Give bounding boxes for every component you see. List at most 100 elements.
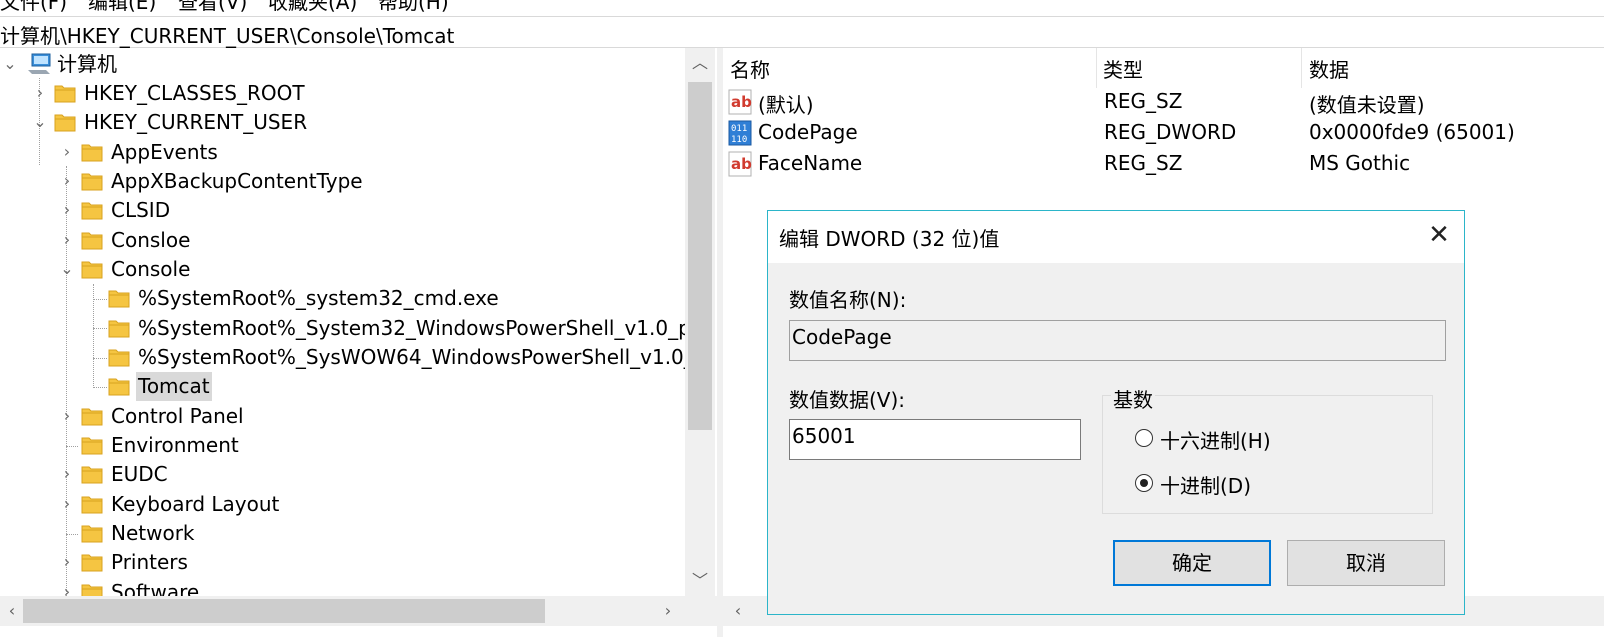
ok-button[interactable]: 确定 xyxy=(1113,540,1271,586)
value-type: REG_SZ xyxy=(1104,151,1183,175)
folder-icon xyxy=(81,523,103,543)
string-value-icon: ab xyxy=(728,151,752,177)
column-header-data[interactable]: 数据 xyxy=(1309,54,1349,83)
registry-tree: ⌄ 计算机 › HKEY_CLASSES_ROOT ⌄ HKEY_CURRENT_US… xyxy=(0,48,717,637)
value-name: CodePage xyxy=(758,120,858,144)
tree-item-label: AppEvents xyxy=(111,140,218,164)
value-data-label: 数值数据(V): xyxy=(789,388,906,412)
tree-item-label: Environment xyxy=(111,433,239,457)
value-data: 0x0000fde9 (65001) xyxy=(1309,120,1515,144)
menu-file[interactable]: 文件(F) xyxy=(0,0,67,15)
scroll-down-icon[interactable]: ﹀ xyxy=(685,566,715,596)
tree-item-label: Printers xyxy=(111,550,188,574)
value-row[interactable]: ab FaceName REG_SZ MS Gothic xyxy=(723,148,1604,179)
computer-icon xyxy=(28,53,51,74)
chevron-down-icon[interactable]: ⌄ xyxy=(59,259,75,279)
close-icon[interactable]: ✕ xyxy=(1423,219,1455,251)
scroll-thumb[interactable] xyxy=(688,82,712,430)
chevron-down-icon[interactable]: ⌄ xyxy=(2,54,18,74)
value-data-input[interactable]: 65001 xyxy=(789,419,1081,460)
value-data: MS Gothic xyxy=(1309,151,1411,175)
value-name: (默认) xyxy=(758,93,814,117)
address-bar[interactable]: 计算机\HKEY_CURRENT_USER\Console\Tomcat xyxy=(0,16,1604,48)
base-group-label: 基数 xyxy=(1111,384,1155,413)
scroll-left-icon[interactable]: ‹ xyxy=(723,596,753,626)
menu-help[interactable]: 帮助(H) xyxy=(378,0,449,15)
dialog-title: 编辑 DWORD (32 位)值 xyxy=(779,227,1000,251)
folder-icon xyxy=(81,406,103,426)
folder-icon xyxy=(108,376,130,396)
value-name: FaceName xyxy=(758,151,863,175)
chevron-right-icon[interactable]: › xyxy=(59,171,75,191)
chevron-right-icon[interactable]: › xyxy=(59,464,75,484)
folder-icon xyxy=(81,552,103,572)
dec-radio[interactable] xyxy=(1135,474,1153,492)
folder-icon xyxy=(81,171,103,191)
cancel-button[interactable]: 取消 xyxy=(1287,540,1445,586)
tree-item-label: Control Panel xyxy=(111,404,244,428)
tree-item-label: Tomcat xyxy=(136,372,212,401)
tree-item-label: HKEY_CLASSES_ROOT xyxy=(84,81,305,105)
scroll-thumb[interactable] xyxy=(23,599,545,623)
menu-favorites[interactable]: 收藏夹(A) xyxy=(268,0,357,15)
tree-item-label: CLSID xyxy=(111,198,171,222)
value-row[interactable]: ab (默认) REG_SZ (数值未设置) xyxy=(723,86,1604,117)
folder-icon xyxy=(81,494,103,514)
menu-edit[interactable]: 编辑(E) xyxy=(88,0,156,15)
tree-item-label: Network xyxy=(111,521,195,545)
folder-icon xyxy=(81,435,103,455)
value-row[interactable]: 011 110 CodePage REG_DWORD 0x0000fde9 (65001… xyxy=(723,117,1604,148)
svg-text:110: 110 xyxy=(731,135,747,145)
value-data: (数值未设置) xyxy=(1309,93,1425,117)
tree-item-label: EUDC xyxy=(111,462,168,486)
chevron-right-icon[interactable]: › xyxy=(59,142,75,162)
dialog-titlebar: 编辑 DWORD (32 位)值 ✕ xyxy=(768,211,1464,263)
tree-item-label: %SystemRoot%_SysWOW64_WindowsPowerShell_… xyxy=(138,345,694,369)
menu-view[interactable]: 查看(V) xyxy=(178,0,247,15)
folder-icon xyxy=(108,318,130,338)
tree-item-label: %SystemRoot%_system32_cmd.exe xyxy=(138,286,499,310)
folder-icon xyxy=(108,347,130,367)
tree-item-label: Keyboard Layout xyxy=(111,492,280,516)
chevron-right-icon[interactable]: › xyxy=(32,83,48,103)
dec-radio-label[interactable]: 十进制(D) xyxy=(1160,470,1251,499)
tree-item-label: %SystemRoot%_System32_WindowsPowerShell_… xyxy=(138,316,702,340)
string-value-icon: ab xyxy=(728,89,752,115)
scroll-left-icon[interactable]: ‹ xyxy=(0,596,24,626)
folder-icon xyxy=(81,259,103,279)
hex-radio-label[interactable]: 十六进制(H) xyxy=(1160,425,1271,454)
value-name-label: 数值名称(N): xyxy=(789,288,907,312)
folder-icon xyxy=(54,112,76,132)
svg-text:ab: ab xyxy=(731,93,752,111)
folder-icon xyxy=(81,230,103,250)
edit-dword-dialog: 编辑 DWORD (32 位)值 ✕ 数值名称(N): CodePage 数值数… xyxy=(767,210,1465,615)
column-header-type[interactable]: 类型 xyxy=(1103,54,1143,83)
chevron-right-icon[interactable]: › xyxy=(59,552,75,572)
folder-icon xyxy=(54,83,76,103)
tree-vertical-scrollbar[interactable]: ︿ ﹀ xyxy=(685,48,715,596)
scroll-up-icon[interactable]: ︿ xyxy=(685,48,715,78)
scroll-right-icon[interactable]: › xyxy=(656,596,680,626)
chevron-down-icon[interactable]: ⌄ xyxy=(32,112,48,132)
tree-item-label: HKEY_CURRENT_USER xyxy=(84,110,308,134)
hex-radio[interactable] xyxy=(1135,429,1153,447)
address-path: 计算机\HKEY_CURRENT_USER\Console\Tomcat xyxy=(0,24,455,48)
tree-item-label: 计算机 xyxy=(57,52,117,76)
folder-icon xyxy=(81,142,103,162)
svg-text:ab: ab xyxy=(731,155,752,173)
radio-selected-dot xyxy=(1140,479,1148,487)
chevron-right-icon[interactable]: › xyxy=(59,200,75,220)
chevron-right-icon[interactable]: › xyxy=(59,494,75,514)
tree-item-label: AppXBackupContentType xyxy=(111,169,363,193)
folder-icon xyxy=(81,464,103,484)
value-type: REG_DWORD xyxy=(1104,120,1237,144)
value-type: REG_SZ xyxy=(1104,89,1183,113)
binary-value-icon: 011 110 xyxy=(728,120,752,146)
folder-icon xyxy=(108,288,130,308)
column-header-name[interactable]: 名称 xyxy=(730,54,770,83)
chevron-right-icon[interactable]: › xyxy=(59,230,75,250)
folder-icon xyxy=(81,200,103,220)
chevron-right-icon[interactable]: › xyxy=(59,406,75,426)
value-name-field[interactable]: CodePage xyxy=(789,320,1446,361)
tree-horizontal-scrollbar[interactable]: ‹ › xyxy=(0,596,717,626)
